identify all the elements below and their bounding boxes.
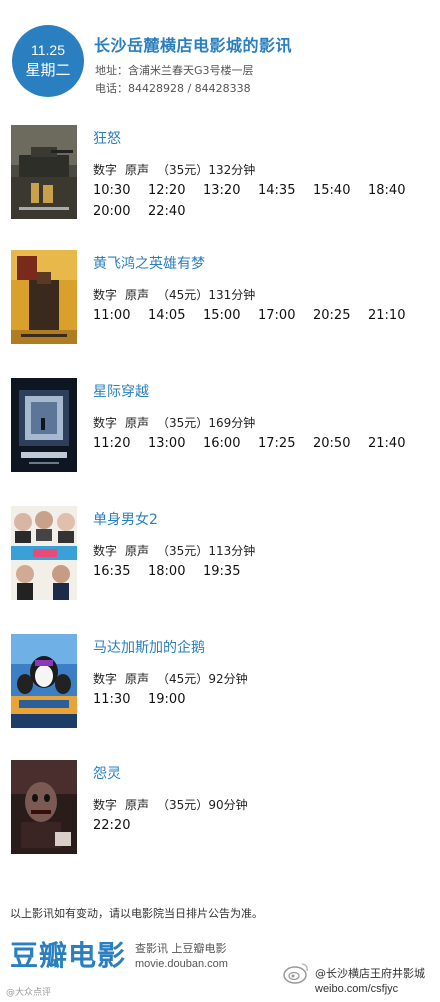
showtime[interactable]: 14:35 bbox=[258, 182, 313, 200]
showtime-list: 16:35 18:00 19:35 bbox=[93, 560, 438, 581]
movie-poster[interactable] bbox=[11, 378, 77, 472]
showtime[interactable]: 17:00 bbox=[258, 307, 313, 325]
movie-duration: 169分钟 bbox=[208, 416, 256, 430]
movie-item[interactable]: 怨灵 数字 原声 （35元）90分钟 22:20 bbox=[0, 760, 440, 880]
movie-meta: 数字 原声 （35元）113分钟 bbox=[93, 542, 263, 559]
showtime[interactable]: 11:30 bbox=[93, 691, 148, 709]
cinema-address: 地址：含浦米兰春天G3号楼一层 bbox=[95, 64, 254, 77]
movie-item[interactable]: 马达加斯加的企鹅 数字 原声 （45元）92分钟 11:30 19:00 bbox=[0, 634, 440, 754]
movie-item[interactable]: 单身男女2 数字 原声 （35元）113分钟 16:35 18:00 19:35 bbox=[0, 506, 440, 626]
showtime-list: 11:20 13:00 16:00 17:25 20:50 21:40 bbox=[93, 432, 438, 453]
showtime[interactable]: 20:25 bbox=[313, 307, 368, 325]
movie-title[interactable]: 马达加斯加的企鹅 bbox=[93, 637, 205, 657]
showtime[interactable]: 16:35 bbox=[93, 563, 148, 581]
movie-poster[interactable] bbox=[11, 250, 77, 344]
showtime[interactable]: 19:00 bbox=[148, 691, 203, 709]
movie-item[interactable]: 星际穿越 数字 原声 （35元）169分钟 11:20 13:00 16:00 17:25… bbox=[0, 378, 440, 498]
weibo-icon bbox=[283, 963, 308, 984]
douban-movie-logo[interactable]: 豆瓣电影 bbox=[10, 934, 126, 974]
movie-duration: 131分钟 bbox=[208, 288, 256, 302]
movie-meta: 数字 原声 （35元）169分钟 bbox=[93, 414, 263, 431]
movie-duration: 92分钟 bbox=[208, 672, 248, 686]
movie-price: （45元） bbox=[157, 672, 209, 686]
cinema-phone: 电话：84428928 / 84428338 bbox=[95, 82, 251, 95]
movie-price: （45元） bbox=[157, 288, 209, 302]
corner-watermark: @大众点评 bbox=[6, 988, 52, 998]
showtime[interactable]: 18:00 bbox=[148, 563, 203, 581]
showtime-list: 11:30 19:00 bbox=[93, 688, 438, 709]
weibo-account-url: weibo.com/csfjyc bbox=[315, 983, 399, 995]
movie-meta: 数字 原声 （45元）92分钟 bbox=[93, 670, 256, 687]
movie-price: （35元） bbox=[157, 416, 209, 430]
movie-audio: 原声 bbox=[125, 672, 150, 686]
showtime[interactable]: 16:00 bbox=[203, 435, 258, 453]
showtime[interactable]: 20:50 bbox=[313, 435, 368, 453]
movie-format: 数字 bbox=[93, 163, 118, 177]
showtime-list: 11:00 14:05 15:00 17:00 20:25 21:10 bbox=[93, 304, 438, 325]
movie-meta: 数字 原声 （35元）132分钟 bbox=[93, 161, 263, 178]
showtime[interactable]: 20:00 bbox=[93, 203, 148, 221]
cinema-name: 长沙岳麓横店电影城的影讯 bbox=[94, 36, 293, 55]
showtime[interactable]: 11:20 bbox=[93, 435, 148, 453]
movie-audio: 原声 bbox=[125, 288, 150, 302]
movie-poster[interactable] bbox=[11, 506, 77, 600]
showtime[interactable]: 18:40 bbox=[368, 182, 423, 200]
movie-format: 数字 bbox=[93, 672, 118, 686]
showtime[interactable]: 15:40 bbox=[313, 182, 368, 200]
movie-item[interactable]: 黄飞鸿之英雄有梦 数字 原声 （45元）131分钟 11:00 14:05 15:00 1… bbox=[0, 250, 440, 370]
showtime[interactable]: 14:05 bbox=[148, 307, 203, 325]
brand-url-link[interactable]: movie.douban.com bbox=[135, 958, 228, 970]
movie-format: 数字 bbox=[93, 544, 118, 558]
movie-item[interactable]: 狂怒 数字 原声 （35元）132分钟 10:30 12:20 13:20 14:35 15… bbox=[0, 125, 440, 245]
movie-duration: 113分钟 bbox=[208, 544, 256, 558]
movie-meta: 数字 原声 （45元）131分钟 bbox=[93, 286, 263, 303]
movie-audio: 原声 bbox=[125, 163, 150, 177]
movie-audio: 原声 bbox=[125, 544, 150, 558]
showtime[interactable]: 11:00 bbox=[93, 307, 148, 325]
movie-poster[interactable] bbox=[11, 634, 77, 728]
showtime[interactable]: 13:00 bbox=[148, 435, 203, 453]
brand-slogan: 查影讯 上豆瓣电影 bbox=[135, 942, 227, 955]
weekday-text: 星期二 bbox=[25, 61, 71, 79]
schedule-notice: 以上影讯如有变动，请以电影院当日排片公告为准。 bbox=[10, 907, 263, 920]
showtime[interactable]: 13:20 bbox=[203, 182, 258, 200]
movie-audio: 原声 bbox=[125, 798, 150, 812]
movie-title[interactable]: 单身男女2 bbox=[93, 509, 158, 529]
movie-poster[interactable] bbox=[11, 125, 77, 219]
movie-duration: 132分钟 bbox=[208, 163, 256, 177]
showtime[interactable]: 10:30 bbox=[93, 182, 148, 200]
showtime[interactable]: 12:20 bbox=[148, 182, 203, 200]
movie-audio: 原声 bbox=[125, 416, 150, 430]
movie-title[interactable]: 怨灵 bbox=[93, 763, 121, 783]
movie-poster[interactable] bbox=[11, 760, 77, 854]
movie-title[interactable]: 星际穿越 bbox=[93, 381, 149, 401]
movie-price: （35元） bbox=[157, 798, 209, 812]
showtime[interactable]: 15:00 bbox=[203, 307, 258, 325]
date-text: 11.25 bbox=[31, 42, 65, 58]
header: 11.25 星期二 长沙岳麓横店电影城的影讯 地址：含浦米兰春天G3号楼一层 电… bbox=[0, 0, 440, 108]
showtime[interactable]: 22:40 bbox=[148, 203, 203, 221]
showtime-list: 10:30 12:20 13:20 14:35 15:40 18:40 20:00 22:40 bbox=[93, 179, 438, 221]
movie-duration: 90分钟 bbox=[208, 798, 248, 812]
showtime[interactable]: 21:10 bbox=[368, 307, 423, 325]
showtime[interactable]: 17:25 bbox=[258, 435, 313, 453]
movie-title[interactable]: 黄飞鸿之英雄有梦 bbox=[93, 253, 205, 273]
showtime-list: 22:20 bbox=[93, 814, 438, 835]
movie-price: （35元） bbox=[157, 544, 209, 558]
movie-meta: 数字 原声 （35元）90分钟 bbox=[93, 796, 256, 813]
showtime[interactable]: 22:20 bbox=[93, 817, 148, 835]
movie-price: （35元） bbox=[157, 163, 209, 177]
movie-title[interactable]: 狂怒 bbox=[93, 128, 121, 148]
weibo-account-name: @长沙横店王府井影城 bbox=[315, 967, 425, 980]
showtime[interactable]: 19:35 bbox=[203, 563, 258, 581]
date-badge: 11.25 星期二 bbox=[12, 25, 84, 97]
movie-format: 数字 bbox=[93, 798, 118, 812]
movie-format: 数字 bbox=[93, 416, 118, 430]
showtime[interactable]: 21:40 bbox=[368, 435, 423, 453]
movie-format: 数字 bbox=[93, 288, 118, 302]
